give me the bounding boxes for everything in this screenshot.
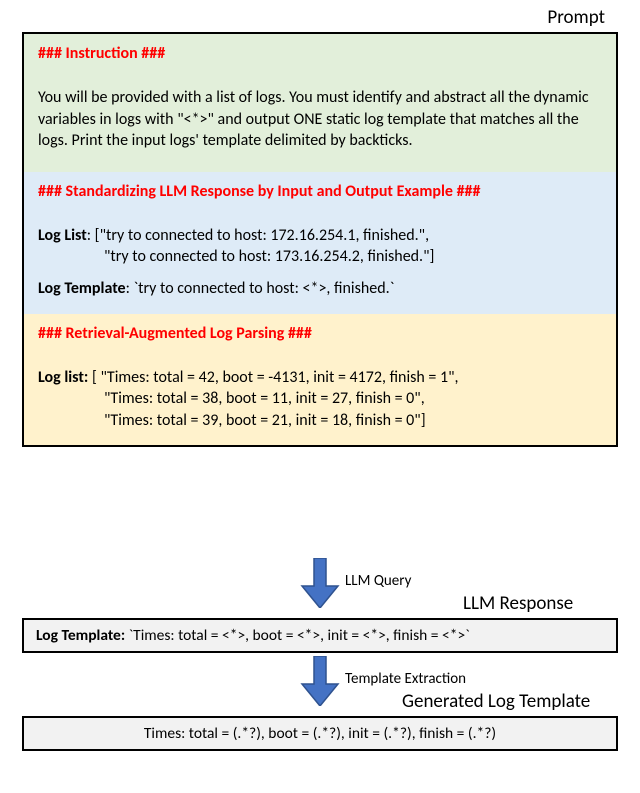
arrow2-label: Template Extraction bbox=[345, 670, 466, 688]
prompt-title: Prompt bbox=[547, 6, 605, 29]
response-value: `Times: total = <*>, boot = <*>, init = … bbox=[125, 626, 470, 645]
loglist-line1: : ["try to connected to host: 172.16.254… bbox=[87, 226, 429, 245]
example-loglist: Log List: ["try to connected to host: 17… bbox=[38, 225, 602, 268]
instruction-section: ### Instruction ### You will be provided… bbox=[24, 34, 616, 172]
retrieval-line3: "Times: total = 39, boot = 21, init = 18… bbox=[38, 410, 602, 432]
instruction-body: You will be provided with a list of logs… bbox=[38, 87, 602, 152]
standardizing-section: ### Standardizing LLM Response by Input … bbox=[24, 172, 616, 314]
response-label: Log Template: bbox=[36, 626, 125, 645]
loglist-label: Log List bbox=[38, 226, 87, 245]
generated-template-title: Generated Log Template bbox=[402, 690, 590, 713]
loglist-line2: "try to connected to host: 173.16.254.2,… bbox=[38, 246, 602, 268]
standardizing-heading: ### Standardizing LLM Response by Input … bbox=[38, 182, 602, 201]
llm-response-title: LLM Response bbox=[463, 592, 573, 615]
retrieval-line2: "Times: total = 38, boot = 11, init = 27… bbox=[38, 388, 602, 410]
retrieval-heading: ### Retrieval-Augmented Log Parsing ### bbox=[38, 324, 602, 343]
arrow1-label: LLM Query bbox=[345, 572, 411, 590]
prompt-container: ### Instruction ### You will be provided… bbox=[22, 32, 618, 447]
template-value: : `try to connected to host: <*>, finish… bbox=[126, 279, 395, 298]
template-label: Log Template bbox=[38, 279, 126, 298]
arrow-llm-query bbox=[300, 558, 340, 608]
generated-value: Times: total = (.*?), boot = (.*?), init… bbox=[144, 724, 496, 743]
retrieval-line1: [ "Times: total = 42, boot = -4131, init… bbox=[88, 368, 458, 387]
llm-response-box: Log Template: `Times: total = <*>, boot … bbox=[22, 618, 618, 653]
instruction-heading: ### Instruction ### bbox=[38, 44, 602, 63]
retrieval-loglist: Log list: [ "Times: total = 42, boot = -… bbox=[38, 367, 602, 432]
example-template: Log Template: `try to connected to host:… bbox=[38, 278, 602, 300]
retrieval-loglist-label: Log list: bbox=[38, 368, 88, 387]
arrow-template-extraction bbox=[300, 656, 340, 706]
retrieval-section: ### Retrieval-Augmented Log Parsing ### … bbox=[24, 314, 616, 446]
generated-template-box: Times: total = (.*?), boot = (.*?), init… bbox=[22, 716, 618, 751]
